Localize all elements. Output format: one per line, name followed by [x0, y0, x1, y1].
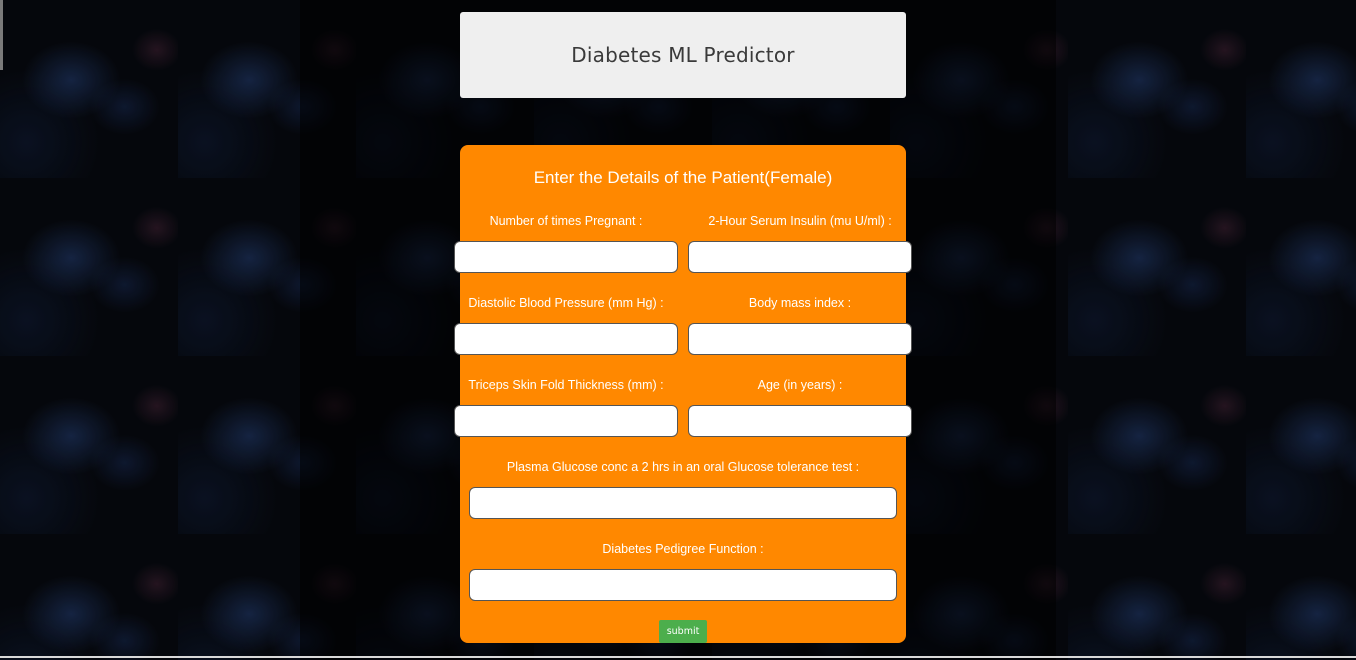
pregnancies-input[interactable]: [454, 241, 678, 273]
pedigree-label: Diabetes Pedigree Function :: [602, 542, 764, 556]
pedigree-input[interactable]: [469, 569, 897, 601]
form-title: Enter the Details of the Patient(Female): [533, 168, 833, 187]
glucose-label: Plasma Glucose conc a 2 hrs in an oral G…: [506, 460, 860, 474]
skin-thickness-label: Triceps Skin Fold Thickness (mm) :: [468, 378, 664, 392]
age-input[interactable]: [688, 405, 912, 437]
header-banner: Diabetes ML Predictor: [460, 12, 906, 98]
patient-details-form: Enter the Details of the Patient(Female)…: [454, 145, 912, 643]
pregnancies-label: Number of times Pregnant :: [489, 214, 643, 228]
page-title: Diabetes ML Predictor: [571, 43, 795, 67]
bmi-input[interactable]: [688, 323, 912, 355]
bottom-divider: [0, 656, 1356, 658]
submit-button[interactable]: submit: [659, 620, 707, 643]
blood-pressure-label: Diastolic Blood Pressure (mm Hg) :: [468, 296, 664, 310]
bmi-label: Body mass index :: [748, 296, 852, 310]
insulin-label: 2-Hour Serum Insulin (mu U/ml) :: [708, 214, 892, 228]
glucose-input[interactable]: [469, 487, 897, 519]
skin-thickness-input[interactable]: [454, 405, 678, 437]
age-label: Age (in years) :: [757, 378, 843, 392]
blood-pressure-input[interactable]: [454, 323, 678, 355]
insulin-input[interactable]: [688, 241, 912, 273]
window-edge: [0, 0, 3, 70]
